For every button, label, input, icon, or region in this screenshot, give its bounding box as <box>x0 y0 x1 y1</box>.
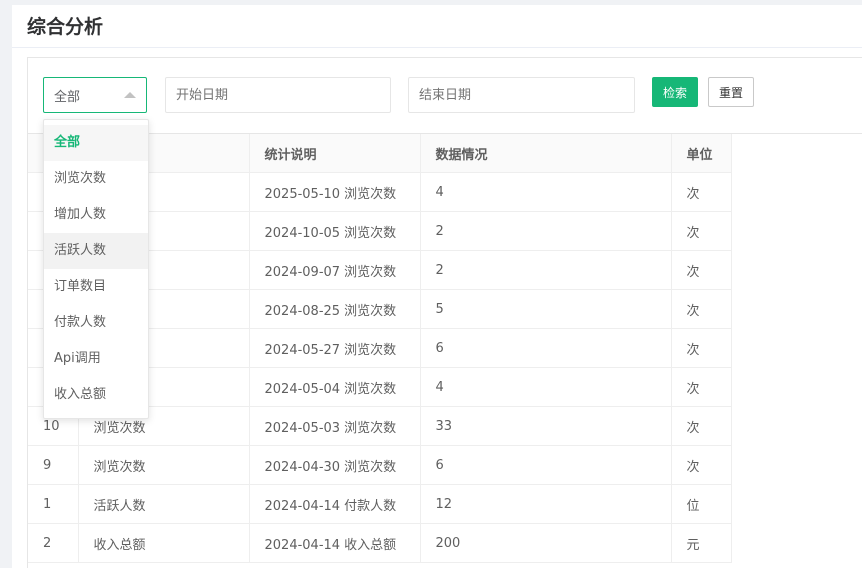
dropdown-option[interactable]: 付款人数 <box>44 305 148 341</box>
header-data: 数据情况 <box>420 134 672 173</box>
caret-up-icon <box>124 92 136 98</box>
search-button[interactable]: 检索 <box>652 77 698 107</box>
cell-id: 9 <box>28 445 79 485</box>
cell-data: 5 <box>420 289 672 329</box>
start-date-input[interactable] <box>165 77 391 113</box>
table-row: 2 收入总额 2024-04-14 收入总额 200 元 <box>28 523 732 563</box>
cell-data: 2 <box>420 250 672 290</box>
cell-description: 2024-05-03 浏览次数 <box>249 406 421 446</box>
cell-type: 收入总额 <box>78 523 250 563</box>
header-unit: 单位 <box>671 134 732 173</box>
cell-unit: 元 <box>671 523 732 563</box>
table-row: 9 浏览次数 2024-04-30 浏览次数 6 次 <box>28 445 732 485</box>
cell-unit: 次 <box>671 445 732 485</box>
type-dropdown-menu: 全部 浏览次数 增加人数 活跃人数 订单数目 付款人数 Api调用 收入总额 <box>43 119 149 419</box>
cell-unit: 次 <box>671 289 732 329</box>
type-select-value: 全部 <box>54 89 81 105</box>
reset-button[interactable]: 重置 <box>708 77 754 107</box>
cell-data: 6 <box>420 328 672 368</box>
cell-unit: 次 <box>671 328 732 368</box>
cell-unit: 次 <box>671 406 732 446</box>
cell-description: 2024-09-07 浏览次数 <box>249 250 421 290</box>
cell-unit: 次 <box>671 250 732 290</box>
dropdown-option[interactable]: Api调用 <box>44 341 148 377</box>
content-panel: 全部 检索 重置 统计类型 统计说明 数据情况 单位 浏览次数2025-05-1… <box>27 57 862 568</box>
cell-data: 4 <box>420 367 672 407</box>
cell-description: 2024-10-05 浏览次数 <box>249 211 421 251</box>
cell-unit: 次 <box>671 211 732 251</box>
dropdown-option[interactable]: 浏览次数 <box>44 161 148 197</box>
cell-id: 1 <box>28 484 79 524</box>
cell-data: 33 <box>420 406 672 446</box>
cell-data: 6 <box>420 445 672 485</box>
cell-type: 浏览次数 <box>78 445 250 485</box>
end-date-input[interactable] <box>408 77 635 113</box>
cell-data: 4 <box>420 172 672 212</box>
dropdown-option[interactable]: 订单数目 <box>44 269 148 305</box>
page-title: 综合分析 <box>27 16 104 38</box>
header-description: 统计说明 <box>249 134 421 173</box>
cell-description: 2024-04-14 收入总额 <box>249 523 421 563</box>
cell-id: 2 <box>28 523 79 563</box>
cell-data: 2 <box>420 211 672 251</box>
table-row: 1 活跃人数 2024-04-14 付款人数 12 位 <box>28 484 732 524</box>
cell-data: 200 <box>420 523 672 563</box>
cell-description: 2024-04-14 付款人数 <box>249 484 421 524</box>
dropdown-option[interactable]: 增加人数 <box>44 197 148 233</box>
title-divider <box>12 47 862 48</box>
cell-description: 2024-05-27 浏览次数 <box>249 328 421 368</box>
cell-unit: 位 <box>671 484 732 524</box>
cell-unit: 次 <box>671 367 732 407</box>
cell-description: 2024-08-25 浏览次数 <box>249 289 421 329</box>
cell-unit: 次 <box>671 172 732 212</box>
cell-description: 2024-05-04 浏览次数 <box>249 367 421 407</box>
dropdown-option[interactable]: 活跃人数 <box>44 233 148 269</box>
cell-description: 2024-04-30 浏览次数 <box>249 445 421 485</box>
cell-type: 活跃人数 <box>78 484 250 524</box>
dropdown-option[interactable]: 收入总额 <box>44 377 148 413</box>
cell-data: 12 <box>420 484 672 524</box>
dropdown-option[interactable]: 全部 <box>44 125 148 161</box>
type-select[interactable]: 全部 <box>43 77 147 113</box>
cell-description: 2025-05-10 浏览次数 <box>249 172 421 212</box>
